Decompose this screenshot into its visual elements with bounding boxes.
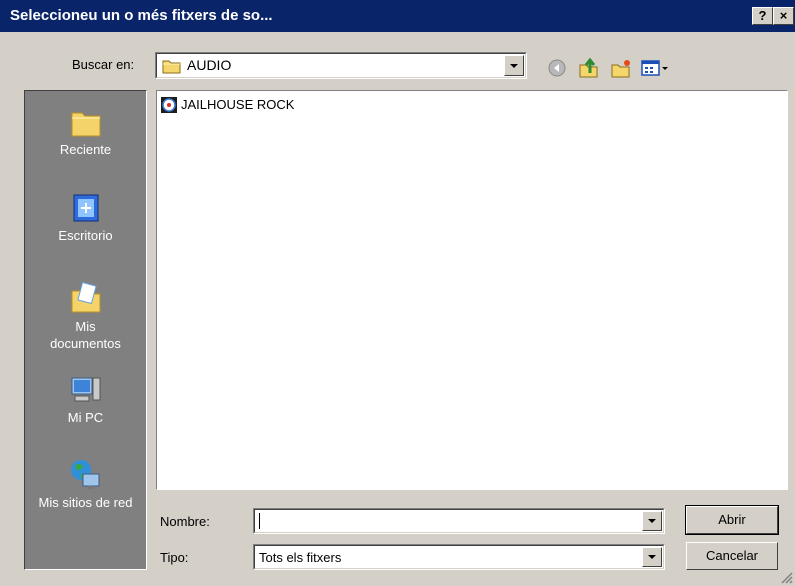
place-label: Mis documentos [50,319,121,351]
desktop-icon [73,194,98,222]
place-my-documents[interactable]: Mis documentos [25,281,146,352]
file-type-value: Tots els fitxers [259,550,342,565]
file-name-label: Nombre: [160,514,210,529]
place-network[interactable]: Mis sitios de red [25,458,146,510]
place-label: Mis sitios de red [38,495,133,510]
place-recent[interactable]: Reciente [25,105,146,157]
my-documents-icon [71,281,100,313]
audio-cd-file-icon [161,97,177,113]
file-name-combo[interactable] [253,508,665,534]
view-menu-icon[interactable] [640,57,670,79]
text-cursor [259,513,260,529]
file-name-dropdown-button[interactable] [642,511,662,531]
look-in-value: AUDIO [187,57,232,73]
file-list[interactable]: JAILHOUSE ROCK [156,90,788,490]
open-button[interactable]: Abrir [685,505,779,535]
back-icon[interactable] [546,57,568,79]
place-label: Mi PC [67,410,104,425]
file-type-label: Tipo: [160,550,189,565]
resize-grip-icon[interactable] [779,570,793,584]
look-in-dropdown-button[interactable] [504,55,524,76]
file-type-dropdown-button[interactable] [642,547,662,567]
look-in-label: Buscar en: [72,57,135,72]
up-folder-icon[interactable] [578,57,600,79]
place-desktop[interactable]: Escritorio [25,191,146,243]
places-bar: Reciente Escritorio Mis documentos Mi PC [24,90,147,570]
folder-icon [162,60,181,74]
window-title: Seleccioneu un o més fitxers de so... [10,7,273,24]
place-label: Reciente [59,142,112,157]
place-my-computer[interactable]: Mi PC [25,373,146,425]
file-type-combo[interactable]: Tots els fitxers [253,544,665,570]
close-button[interactable]: × [773,7,794,25]
place-label: Escritorio [58,228,113,243]
network-places-icon [70,460,99,489]
recent-folder-icon [71,112,100,137]
file-name: JAILHOUSE ROCK [181,97,295,112]
new-folder-icon[interactable] [610,57,632,79]
look-in-combo[interactable]: AUDIO [155,52,527,79]
title-bar: Seleccioneu un o més fitxers de so... ? … [0,0,795,32]
help-button[interactable]: ? [752,7,773,25]
my-computer-icon [71,377,100,402]
cancel-button[interactable]: Cancelar [686,542,778,570]
